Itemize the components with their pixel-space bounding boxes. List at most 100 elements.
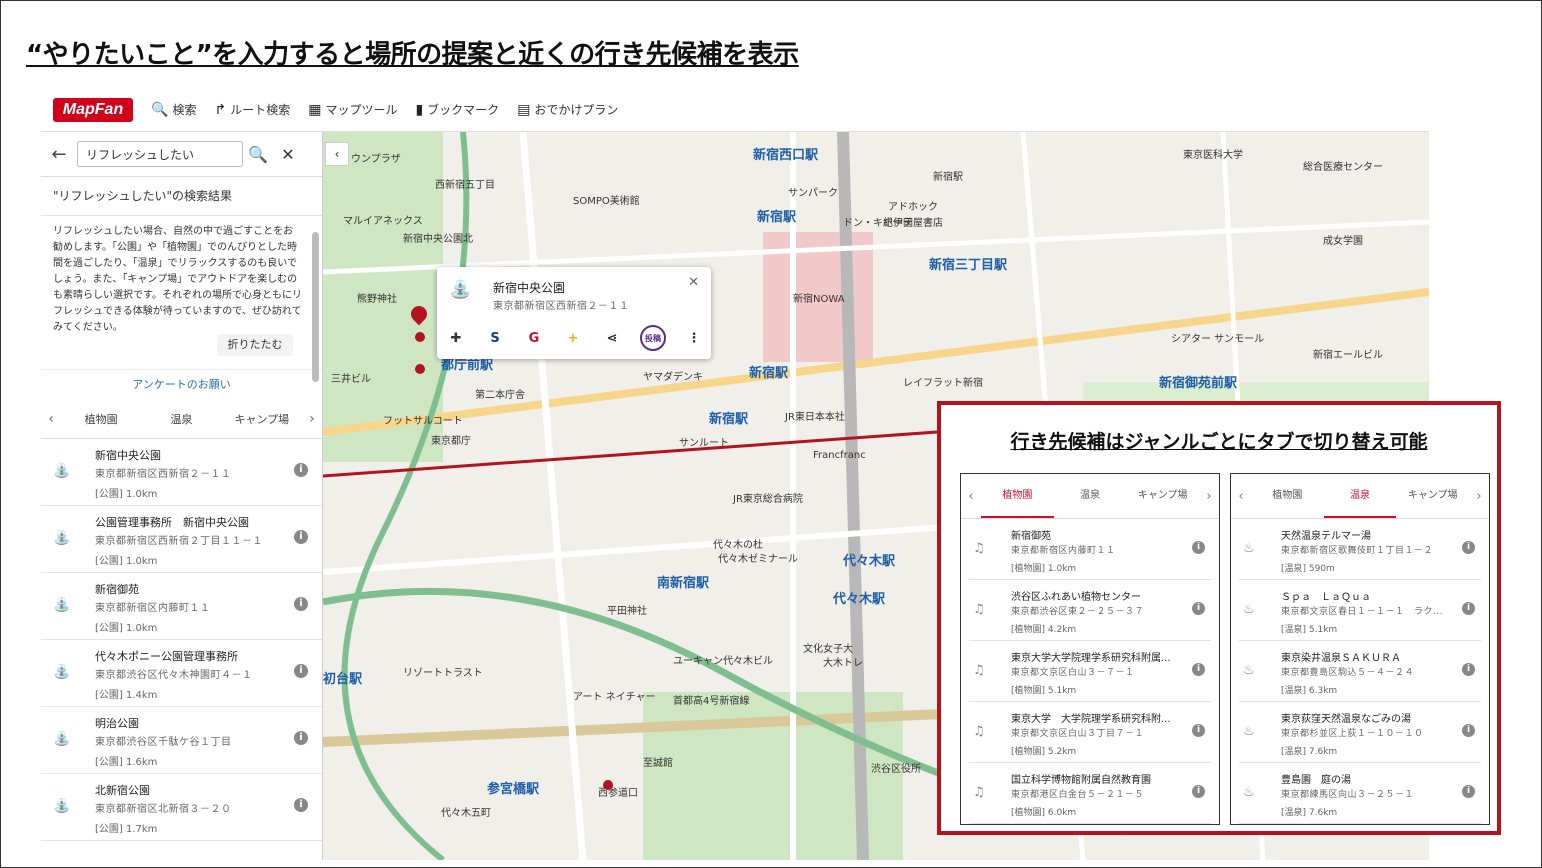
s-service-icon[interactable]: S bbox=[484, 327, 506, 349]
info-icon[interactable]: i bbox=[1192, 602, 1205, 615]
candidate-item[interactable]: ♨ 豊島園 庭の湯 東京都練馬区向山３－２５－１ [温泉] 7.6km i bbox=[1239, 763, 1481, 824]
map-label: 新宿NOWA bbox=[793, 294, 845, 305]
post-icon[interactable]: 投稿 bbox=[640, 325, 666, 351]
candidate-item[interactable]: ♨ 東京染井温泉ＳＡＫＵＲＡ 東京都豊島区駒込５－４－２４ [温泉] 6.3km i bbox=[1239, 641, 1481, 702]
candidate-item[interactable]: ♨ 天然温泉テルマー湯 東京都新宿区歌舞伎町１丁目１－２ [温泉] 590m i bbox=[1239, 519, 1481, 580]
search-icon[interactable]: 🔍 bbox=[243, 145, 273, 164]
result-item[interactable]: ⛲ 新宿御苑 東京都新宿区内藤町１１ [公園] 1.0km i bbox=[41, 573, 322, 640]
candidate-item[interactable]: ♫ 東京大学 大学院理学系研究科附... 東京都文京区白山３丁目７－１ [植物園] 5… bbox=[969, 702, 1211, 763]
info-icon[interactable]: i bbox=[1192, 785, 1205, 798]
map-label: 新宿エールビル bbox=[1313, 350, 1383, 361]
panel-tab[interactable]: 植物園 bbox=[981, 474, 1054, 518]
info-icon[interactable]: i bbox=[1192, 541, 1205, 554]
station-label[interactable]: 新宿駅 bbox=[709, 408, 748, 427]
bookmark-icon: ▮ bbox=[415, 101, 424, 118]
memo-icon[interactable]: + bbox=[562, 327, 584, 349]
chevron-right-icon[interactable]: › bbox=[1199, 489, 1219, 504]
station-label[interactable]: 参宮橋駅 bbox=[487, 778, 539, 797]
result-meta: [公園] 1.0km bbox=[95, 556, 158, 567]
result-item[interactable]: ⛲ 北新宿公園 東京都新宿区北新宿３－２０ [公園] 1.7km i bbox=[41, 774, 322, 841]
info-icon[interactable]: i bbox=[1462, 663, 1475, 676]
chevron-right-icon[interactable]: › bbox=[1469, 489, 1489, 504]
onsen-icon: ♨ bbox=[1243, 541, 1255, 556]
candidate-name: 国立科学博物館附属自然教育園 bbox=[1011, 775, 1151, 786]
candidate-meta: [温泉] 7.6km bbox=[1281, 747, 1338, 757]
candidate-item[interactable]: ♫ 国立科学博物館附属自然教育園 東京都港区白金台５－２１－５ [植物園] 6.0km… bbox=[969, 763, 1211, 824]
info-icon[interactable]: i bbox=[294, 463, 308, 477]
nav-item-3[interactable]: ▮ ブックマーク bbox=[415, 101, 499, 118]
candidate-item[interactable]: ♨ 東京荻窪天然温泉なごみの湯 東京都杉並区上荻１－１０－１０ [温泉] 7.6km i bbox=[1239, 702, 1481, 763]
collapse-sidebar-button[interactable]: ‹ bbox=[325, 142, 349, 166]
map-pin-dot[interactable] bbox=[603, 780, 613, 790]
nav-item-0[interactable]: 🔍 検索 bbox=[151, 101, 196, 118]
botanical-icon: ♫ bbox=[973, 663, 985, 678]
candidate-item[interactable]: ♫ 新宿御苑 東京都新宿区内藤町１１ [植物園] 1.0km i bbox=[969, 519, 1211, 580]
candidate-item[interactable]: ♫ 東京大学大学院理学系研究科附属... 東京都文京区白山３－７－１ [植物園] 5.… bbox=[969, 641, 1211, 702]
nav-item-2[interactable]: ▦ マップツール bbox=[308, 101, 397, 118]
mapfan-logo[interactable]: MapFan bbox=[53, 97, 133, 122]
survey-link[interactable]: アンケートのお願い bbox=[41, 370, 322, 400]
search-input[interactable] bbox=[77, 141, 243, 167]
info-icon[interactable]: i bbox=[1192, 663, 1205, 676]
bookmark-add-icon[interactable]: ✚ bbox=[445, 327, 467, 349]
candidate-address: 東京都港区白金台５－２１－５ bbox=[1011, 790, 1145, 800]
chevron-left-icon[interactable]: ‹ bbox=[961, 489, 981, 504]
description-text: リフレッシュしたい場合、自然の中で過ごすことをお勧めします。「公園」や「植物園」… bbox=[53, 226, 302, 333]
fold-button[interactable]: 折りたたむ bbox=[217, 334, 293, 356]
info-icon[interactable]: i bbox=[1462, 602, 1475, 615]
g-service-icon[interactable]: G bbox=[523, 327, 545, 349]
share-icon[interactable]: ⋖ bbox=[601, 327, 623, 349]
station-label[interactable]: 新宿駅 bbox=[757, 206, 796, 225]
info-icon[interactable]: i bbox=[294, 731, 308, 745]
panel-tab[interactable]: 温泉 bbox=[1054, 474, 1127, 518]
info-icon[interactable]: i bbox=[294, 664, 308, 678]
candidate-item[interactable]: ♫ 渋谷区ふれあい植物センター 東京都渋谷区東２－２５－３７ [植物園] 4.2km i bbox=[969, 580, 1211, 641]
more-icon[interactable]: ⋮ bbox=[683, 327, 705, 349]
scrollbar[interactable] bbox=[312, 232, 319, 382]
close-icon[interactable]: ✕ bbox=[688, 275, 699, 290]
back-arrow-icon[interactable]: ← bbox=[41, 144, 77, 165]
panel-tab[interactable]: キャンプ場 bbox=[1126, 474, 1199, 518]
station-label[interactable]: 代々木駅 bbox=[833, 588, 885, 607]
info-icon[interactable]: i bbox=[294, 597, 308, 611]
tab-onsen[interactable]: 温泉 bbox=[141, 411, 221, 427]
info-icon[interactable]: i bbox=[1462, 541, 1475, 554]
panel-tab[interactable]: 植物園 bbox=[1251, 474, 1324, 518]
chevron-left-icon[interactable]: ‹ bbox=[1231, 489, 1251, 504]
map-pin-dot[interactable] bbox=[415, 332, 425, 342]
station-label[interactable]: 南新宿駅 bbox=[657, 572, 709, 591]
station-label[interactable]: 新宿御苑前駅 bbox=[1159, 372, 1237, 391]
info-icon[interactable]: i bbox=[1462, 724, 1475, 737]
result-meta: [公園] 1.4km bbox=[95, 690, 158, 701]
result-item[interactable]: ⛲ 新宿中央公園 東京都新宿区西新宿２－１１ [公園] 1.0km i bbox=[41, 439, 322, 506]
park-icon: ⛲ bbox=[53, 530, 71, 546]
close-icon[interactable]: ✕ bbox=[273, 145, 303, 164]
info-icon[interactable]: i bbox=[294, 798, 308, 812]
station-label[interactable]: 新宿駅 bbox=[749, 362, 788, 381]
tab-camp[interactable]: キャンプ場 bbox=[222, 411, 302, 427]
nav-item-4[interactable]: ▤ おでかけプラン bbox=[517, 101, 618, 118]
info-icon[interactable]: i bbox=[1192, 724, 1205, 737]
tab-botanical[interactable]: 植物園 bbox=[61, 411, 141, 427]
result-item[interactable]: ⛲ 明治公園 東京都渋谷区千駄ケ谷１丁目 [公園] 1.6km i bbox=[41, 707, 322, 774]
chevron-right-icon[interactable]: › bbox=[302, 411, 322, 427]
map-label: 渋谷区役所 bbox=[871, 764, 921, 775]
chevron-left-icon[interactable]: ‹ bbox=[41, 411, 61, 427]
popup-place-name: 新宿中央公園 bbox=[493, 281, 566, 295]
station-label[interactable]: 代々木駅 bbox=[843, 550, 895, 569]
info-icon[interactable]: i bbox=[1462, 785, 1475, 798]
onsen-icon: ♨ bbox=[1243, 724, 1255, 739]
station-label[interactable]: 新宿西口駅 bbox=[753, 144, 818, 163]
map-pin-dot[interactable] bbox=[415, 364, 425, 374]
info-icon[interactable]: i bbox=[294, 530, 308, 544]
panel-tab[interactable]: 温泉 bbox=[1323, 474, 1397, 518]
panel-tab[interactable]: キャンプ場 bbox=[1396, 474, 1469, 518]
candidate-item[interactable]: ♨ Ｓｐａ ＬａＱｕａ 東京都文京区春日１－１－１ ラク... [温泉] 5.1km i bbox=[1239, 580, 1481, 641]
station-label[interactable]: 新宿三丁目駅 bbox=[929, 254, 1007, 273]
candidate-meta: [植物園] 5.1km bbox=[1011, 686, 1077, 696]
candidate-address: 東京都新宿区内藤町１１ bbox=[1011, 546, 1116, 556]
result-item[interactable]: ⛲ 公園管理事務所 新宿中央公園 東京都新宿区西新宿２丁目１１－１ [公園] 1.0k… bbox=[41, 506, 322, 573]
station-label[interactable]: 初台駅 bbox=[323, 668, 362, 687]
nav-item-1[interactable]: ↱ ルート検索 bbox=[214, 101, 290, 118]
result-item[interactable]: ⛲ 代々木ポニー公園管理事務所 東京都渋谷区代々木神園町４－１ [公園] 1.4km i bbox=[41, 640, 322, 707]
